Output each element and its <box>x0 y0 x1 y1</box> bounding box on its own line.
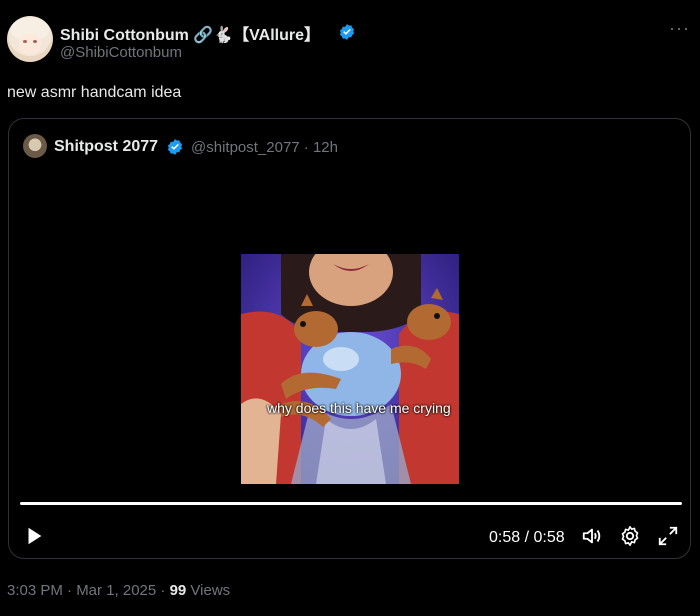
author-display-name[interactable]: Shibi Cottonbum 🔗🐇【VAllure】 <box>60 21 320 45</box>
quoted-display-name[interactable]: Shitpost 2077 <box>54 138 158 156</box>
more-horizontal-icon[interactable]: ··· <box>669 18 690 39</box>
video-time: 0:58 / 0:58 <box>489 529 565 546</box>
quoted-avatar[interactable] <box>23 134 47 158</box>
author-handle[interactable]: @ShibiCottonbum <box>60 44 182 61</box>
video-frame[interactable]: why does this have me crying <box>241 254 459 484</box>
gear-icon[interactable] <box>619 525 641 547</box>
verified-badge-icon[interactable] <box>338 23 356 41</box>
tweet-timestamp[interactable]: 3:03 PM · Mar 1, 2025 · <box>7 582 170 599</box>
video-progress-bar[interactable] <box>20 502 682 505</box>
fullscreen-icon[interactable] <box>657 525 679 547</box>
tweet-text: new asmr handcam idea <box>7 84 182 101</box>
author-avatar[interactable] <box>7 16 53 62</box>
verified-badge-icon <box>167 139 183 155</box>
views-count: 99 <box>169 582 187 599</box>
tweet-meta: 3:03 PM · Mar 1, 2025 · 99 Views <box>7 582 230 599</box>
video-caption: why does this have me crying <box>267 400 451 416</box>
video-thumbnail <box>241 254 459 484</box>
views-label: Views <box>186 582 231 599</box>
quoted-handle-time[interactable]: @shitpost_2077 · 12h <box>191 139 338 156</box>
quoted-tweet[interactable]: Shitpost 2077 @shitpost_2077 · 12h why d… <box>8 118 691 559</box>
play-icon[interactable] <box>23 525 45 547</box>
volume-icon[interactable] <box>581 525 603 547</box>
